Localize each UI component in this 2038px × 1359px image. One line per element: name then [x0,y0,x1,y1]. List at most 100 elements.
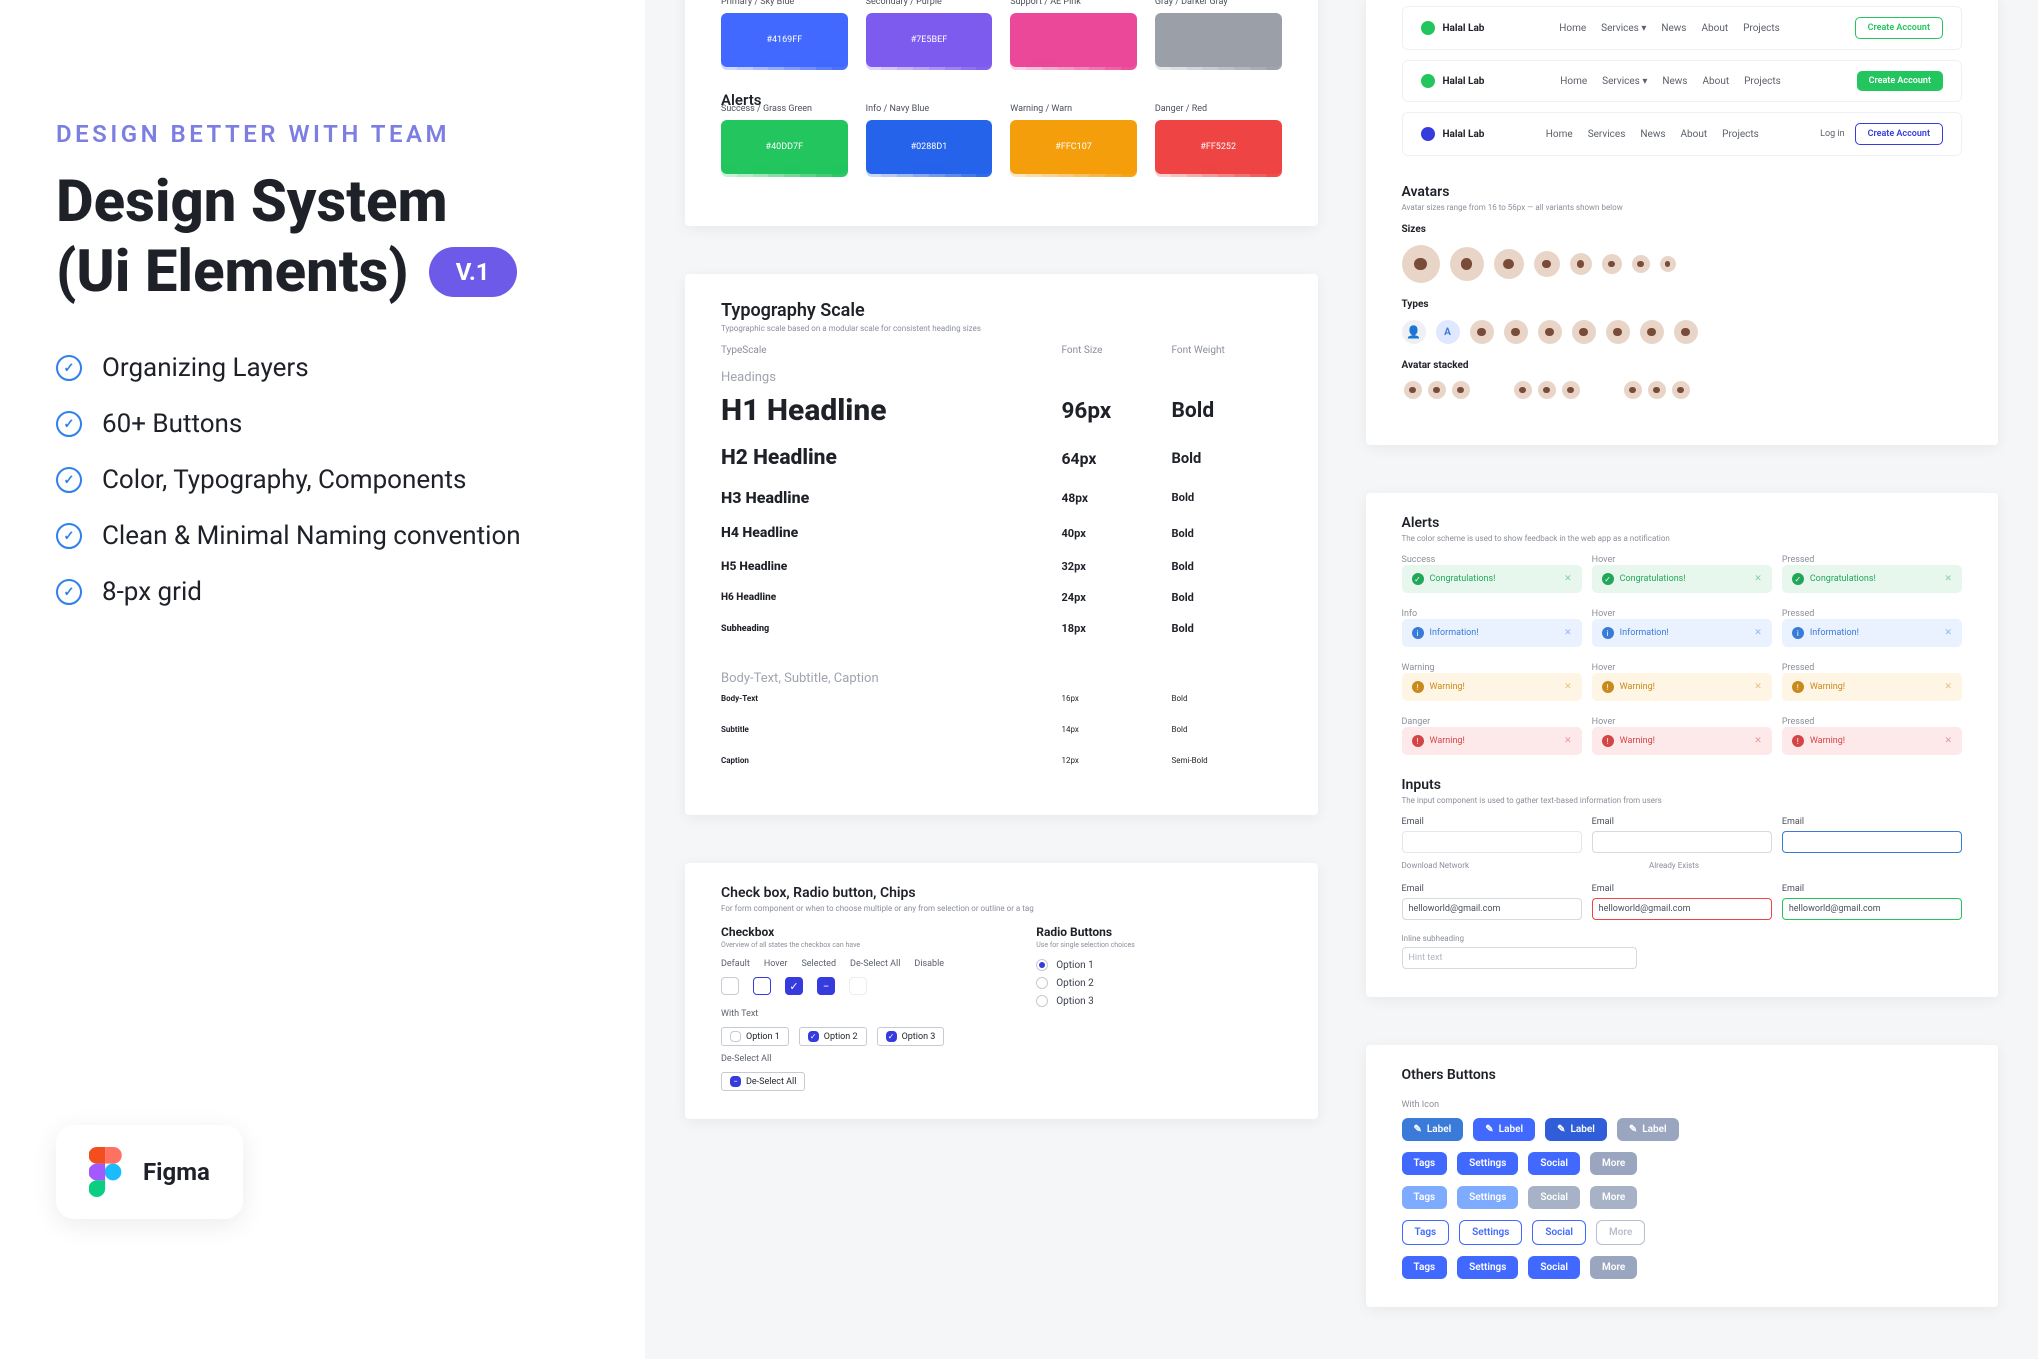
nav-link[interactable]: Services ▾ [1602,76,1647,87]
checkbox-default[interactable] [721,977,739,995]
input-cell: Email [1782,817,1962,853]
radio-option[interactable]: Option 3 [1036,995,1281,1007]
alert-item[interactable]: ✓Congratulations!✕ [1782,565,1962,593]
state-label: Disable [914,959,944,969]
swatch-steps [1010,165,1137,177]
checkbox-selected[interactable]: ✓ [785,977,803,995]
checkbox-deselect-all[interactable]: − [817,977,835,995]
alert-item[interactable]: iInformation!✕ [1782,619,1962,647]
right-panel: Color Scheme The color scheme is used fo… [645,0,2038,1359]
close-icon[interactable]: ✕ [1754,682,1762,692]
button[interactable]: Settings [1457,1186,1518,1209]
alert-item[interactable]: iInformation!✕ [1592,619,1772,647]
close-icon[interactable]: ✕ [1564,682,1572,692]
swatch-steps [1155,165,1282,177]
alert-item[interactable]: !Warning!✕ [1592,673,1772,701]
text-input[interactable]: helloworld@gmail.com [1782,898,1962,920]
nav-link[interactable]: About [1702,76,1729,87]
close-icon[interactable]: ✕ [1754,574,1762,584]
create-account-blue-outline[interactable]: Create Account [1855,123,1943,145]
create-account-solid[interactable]: Create Account [1857,71,1943,91]
close-icon[interactable]: ✕ [1754,736,1762,746]
text-input[interactable]: helloworld@gmail.com [1402,898,1582,920]
close-icon[interactable]: ✕ [1944,682,1952,692]
button[interactable]: ✎Label [1402,1118,1464,1141]
button[interactable]: ✎Label [1473,1118,1535,1141]
inputs-sub: The input component is used to gather te… [1402,796,1963,805]
button[interactable]: More [1590,1256,1637,1279]
button[interactable]: More [1590,1152,1637,1175]
button[interactable]: More [1596,1220,1645,1245]
radio-option[interactable]: Option 2 [1036,977,1281,989]
close-icon[interactable]: ✕ [1944,628,1952,638]
text-input[interactable] [1402,831,1582,853]
alert-item[interactable]: !Warning!✕ [1782,673,1962,701]
button[interactable]: Social [1528,1152,1580,1175]
hint-input[interactable]: Hint text [1402,947,1637,969]
button[interactable]: Settings [1457,1152,1518,1175]
button[interactable]: Social [1528,1256,1580,1279]
text-input[interactable] [1592,831,1772,853]
button[interactable]: Social [1528,1186,1580,1209]
avatar [1402,379,1424,401]
button[interactable]: Tags [1402,1220,1450,1245]
nav-link[interactable]: Projects [1743,23,1780,34]
button[interactable]: Settings [1457,1256,1518,1279]
avatar [1572,320,1596,344]
alert-item[interactable]: ✓Congratulations!✕ [1592,565,1772,593]
text-input[interactable] [1782,831,1962,853]
alert-item[interactable]: !Warning!✕ [1782,727,1962,755]
state-label: De-Select All [850,959,900,969]
figma-label: Figma [143,1158,210,1186]
close-icon[interactable]: ✕ [1944,574,1952,584]
alert-item[interactable]: !Warning!✕ [1402,727,1582,755]
pencil-icon: ✎ [1485,1124,1493,1135]
button[interactable]: More [1590,1186,1637,1209]
alert-item[interactable]: !Warning!✕ [1402,673,1582,701]
checkbox-option[interactable]: ✓Option 2 [799,1027,867,1046]
alert-item[interactable]: iInformation!✕ [1402,619,1582,647]
checkbox-option[interactable]: ✓Option 3 [877,1027,945,1046]
close-icon[interactable]: ✕ [1944,736,1952,746]
close-icon[interactable]: ✕ [1754,628,1762,638]
text-input[interactable]: helloworld@gmail.com [1592,898,1772,920]
nav-link[interactable]: Projects [1744,76,1781,87]
column-middle: Color Scheme The color scheme is used fo… [685,0,1318,1359]
alert-item[interactable]: !Warning!✕ [1592,727,1772,755]
nav-link[interactable]: About [1681,129,1708,140]
close-icon[interactable]: ✕ [1564,574,1572,584]
checkbox-option[interactable]: Option 1 [721,1027,789,1046]
radio-option[interactable]: Option 1 [1036,959,1281,971]
nav-link[interactable]: Home [1559,23,1586,34]
login-link[interactable]: Log in [1820,129,1844,139]
avatar [1570,253,1592,275]
create-account-outline[interactable]: Create Account [1855,17,1943,39]
nav-link[interactable]: News [1661,23,1686,34]
nav-link[interactable]: News [1640,129,1665,140]
nav-link[interactable]: Projects [1722,129,1759,140]
button[interactable]: Tags [1402,1186,1448,1209]
avatars-title: Avatars [1402,184,1963,200]
nav-link[interactable]: Home [1560,76,1587,87]
nav-link[interactable]: Home [1546,129,1573,140]
button[interactable]: ✎Label [1617,1118,1679,1141]
button[interactable]: Settings [1459,1220,1522,1245]
swatch-row-alerts: Success / Grass Green#40DD7FInfo / Navy … [721,120,1282,174]
nav-link[interactable]: About [1701,23,1728,34]
deselect-option[interactable]: −De-Select All [721,1072,805,1091]
close-icon[interactable]: ✕ [1564,628,1572,638]
checkbox-hover[interactable] [753,977,771,995]
button[interactable]: Social [1532,1220,1586,1245]
title-line-2: (Ui Elements) [56,238,409,308]
nav-link[interactable]: Services ▾ [1601,23,1646,34]
button[interactable]: ✎Label [1545,1118,1607,1141]
color-swatch: Primary / Sky Blue#4169FF [721,13,848,67]
button[interactable]: Tags [1402,1256,1448,1279]
button[interactable]: Tags [1402,1152,1448,1175]
alert-icon: ✓ [1412,573,1424,585]
brand-2: Halal Lab [1443,76,1485,87]
close-icon[interactable]: ✕ [1564,736,1572,746]
nav-link[interactable]: News [1662,76,1687,87]
nav-link[interactable]: Services [1588,129,1626,140]
alert-item[interactable]: ✓Congratulations!✕ [1402,565,1582,593]
